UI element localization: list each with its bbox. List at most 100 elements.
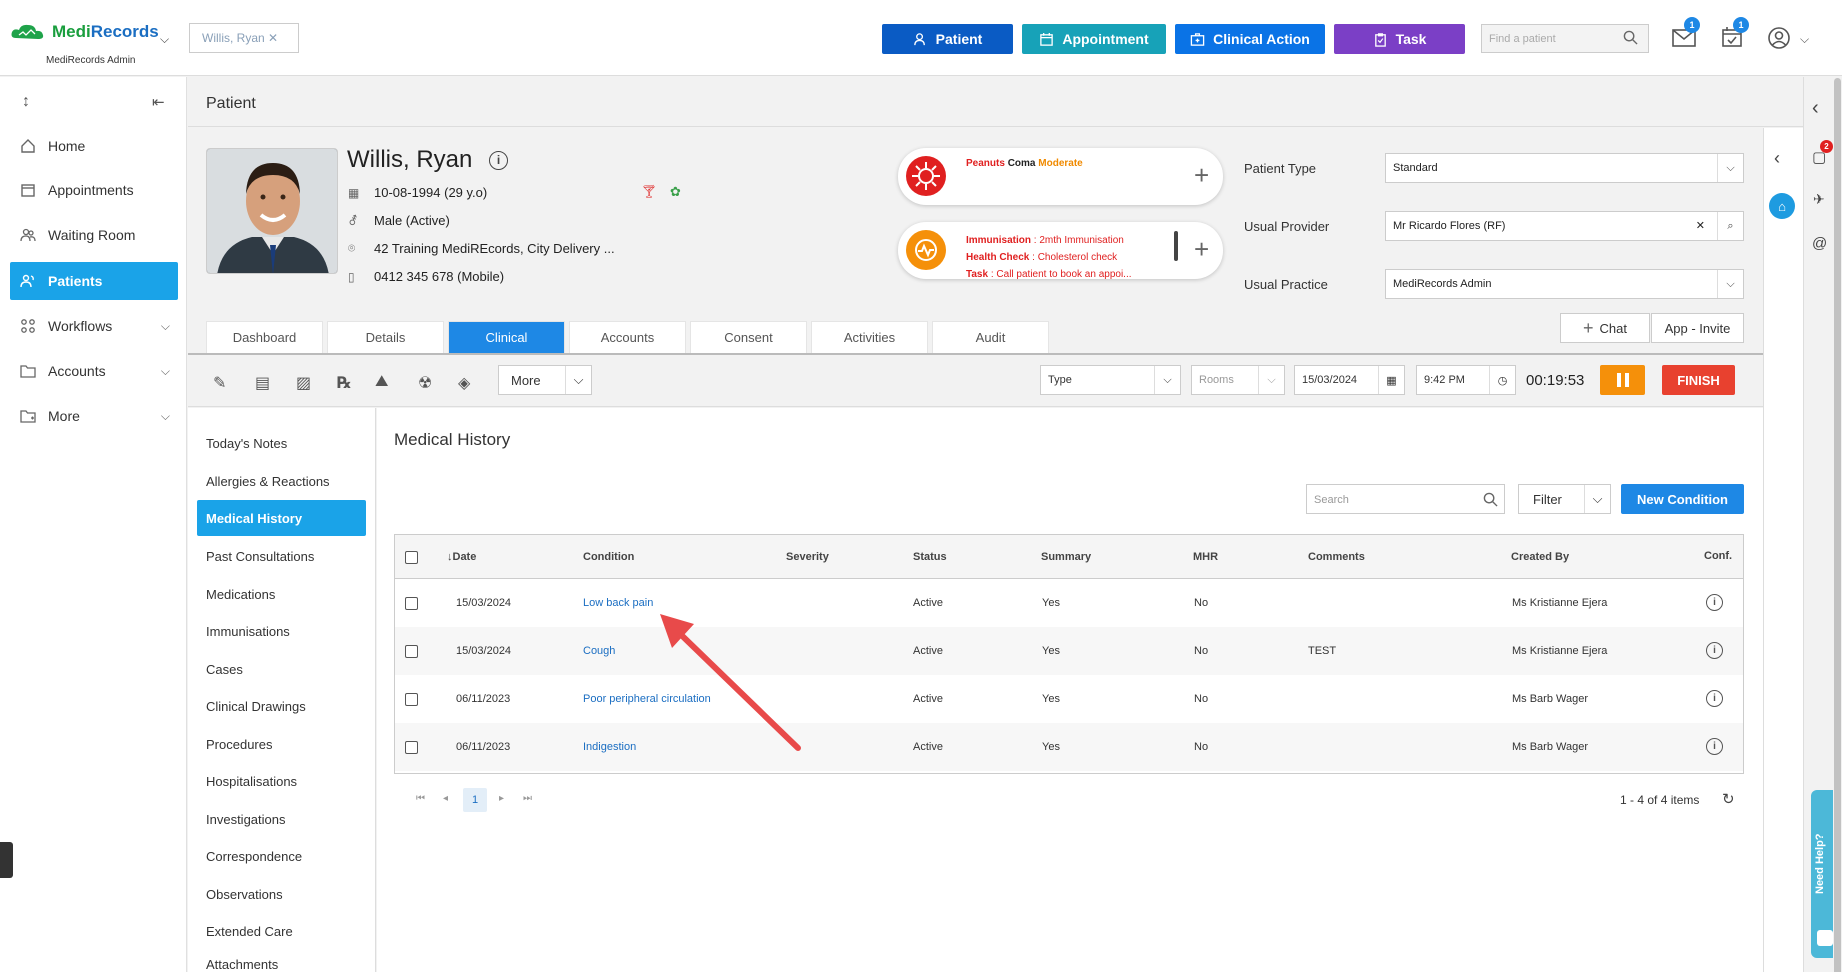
row-checkbox[interactable] (405, 597, 418, 610)
investigation-icon[interactable]: ⛰ (375, 373, 388, 391)
table-row[interactable]: 15/03/2024 Cough Active Yes No TEST Ms K… (395, 627, 1743, 675)
tag-icon[interactable]: ⌂ (1769, 193, 1795, 219)
tab-activities[interactable]: Activities (811, 321, 928, 353)
subnav-item-extended-care[interactable]: Extended Care (197, 913, 366, 949)
app-invite-button[interactable]: App - Invite (1651, 313, 1744, 343)
search-icon[interactable] (1623, 30, 1638, 45)
first-page-icon[interactable]: ⏮ (416, 793, 425, 804)
refresh-icon[interactable]: ↻ (1722, 790, 1735, 808)
usual-practice-select[interactable]: MediRecords Admin ⌵ (1385, 269, 1744, 299)
page-scrollbar[interactable] (1833, 78, 1842, 972)
row-checkbox[interactable] (405, 645, 418, 658)
condition-link[interactable]: Indigestion (583, 741, 636, 753)
clock-icon[interactable]: ◷ (1489, 366, 1515, 394)
column-header-status[interactable]: Status (913, 551, 947, 563)
condition-link[interactable]: Low back pain (583, 597, 653, 609)
column-header-date[interactable]: ↓Date (447, 551, 476, 563)
sidebar-item-home[interactable]: Home (10, 127, 178, 165)
info-icon[interactable]: i (489, 151, 508, 170)
chevron-down-icon[interactable]: ⌵ (565, 366, 591, 394)
tab-accounts[interactable]: Accounts (569, 321, 686, 353)
table-row[interactable]: 06/11/2023 Indigestion Active Yes No Ms … (395, 723, 1743, 771)
table-row[interactable]: 06/11/2023 Poor peripheral circulation A… (395, 675, 1743, 723)
new-task-button[interactable]: Task (1334, 24, 1465, 54)
subnav-item-medical-history[interactable]: Medical History (197, 500, 366, 536)
prescription-icon[interactable]: ℞ (337, 373, 351, 393)
sidebar-item-waiting-room[interactable]: Waiting Room (10, 216, 178, 254)
print-handle-icon[interactable] (0, 842, 13, 878)
pager-current-page[interactable]: 1 (463, 788, 487, 812)
subnav-item-procedures[interactable]: Procedures (197, 726, 366, 762)
column-header-conf[interactable]: Conf. (1704, 550, 1732, 562)
usual-provider-field[interactable]: Mr Ricardo Flores (RF) ✕ ⌕ (1385, 211, 1744, 241)
chevron-down-icon[interactable]: ⌵ (1584, 485, 1610, 513)
document-icon[interactable]: ▤ (255, 373, 270, 393)
info-icon[interactable]: i (1706, 690, 1723, 707)
subnav-item-correspondence[interactable]: Correspondence (197, 838, 366, 874)
more-dropdown[interactable]: More ⌵ (498, 365, 592, 395)
calendar-icon[interactable]: ▦ (1378, 366, 1404, 394)
new-condition-button[interactable]: New Condition (1621, 484, 1744, 514)
chevron-down-icon[interactable]: ⌵ (1800, 32, 1809, 47)
chat-button[interactable]: + Chat (1560, 313, 1650, 343)
chevron-left-icon[interactable]: ‹ (1812, 97, 1819, 120)
user-account-icon[interactable] (1768, 27, 1790, 49)
new-appointment-button[interactable]: Appointment (1022, 24, 1166, 54)
subnav-item-past-consultations[interactable]: Past Consultations (197, 538, 366, 574)
next-page-icon[interactable]: ▸ (499, 793, 504, 804)
chevron-down-icon[interactable]: ⌵ (1154, 366, 1180, 394)
edit-note-icon[interactable]: ✎ (213, 373, 226, 393)
prev-page-icon[interactable]: ◂ (443, 793, 448, 804)
sidebar-item-more[interactable]: More ⌵ (10, 397, 178, 435)
education-icon[interactable]: ◈ (458, 373, 470, 393)
subnav-item-allergies[interactable]: Allergies & Reactions (197, 463, 366, 499)
clear-icon[interactable]: ✕ (1696, 219, 1705, 232)
allergy-card[interactable]: Peanuts Coma Moderate + (898, 148, 1223, 205)
column-header-condition[interactable]: Condition (583, 551, 634, 563)
chevron-left-icon[interactable]: ‹ (1774, 148, 1780, 169)
scrollbar-thumb[interactable] (1834, 78, 1841, 972)
sidebar-item-workflows[interactable]: Workflows ⌵ (10, 307, 178, 345)
radiation-icon[interactable]: ☢ (418, 373, 432, 393)
search-icon[interactable] (1483, 492, 1498, 507)
column-header-mhr[interactable]: MHR (1193, 551, 1218, 563)
column-header-summary[interactable]: Summary (1041, 551, 1091, 563)
patient-type-select[interactable]: Standard ⌵ (1385, 153, 1744, 183)
resize-vertical-icon[interactable]: ↕ (22, 93, 30, 111)
close-icon[interactable]: ✕ (268, 31, 278, 45)
table-row[interactable]: 15/03/2024 Low back pain Active Yes No M… (395, 579, 1743, 627)
type-select[interactable]: Type ⌵ (1040, 365, 1181, 395)
filter-dropdown[interactable]: Filter ⌵ (1518, 484, 1611, 514)
row-checkbox[interactable] (405, 693, 418, 706)
sidebar-item-accounts[interactable]: Accounts ⌵ (10, 352, 178, 390)
pin-icon[interactable]: ✈ (1813, 191, 1825, 208)
tab-clinical[interactable]: Clinical (448, 321, 565, 353)
subnav-item-immunisations[interactable]: Immunisations (197, 613, 366, 649)
row-checkbox[interactable] (405, 741, 418, 754)
chevron-down-icon[interactable]: ⌵ (160, 32, 169, 47)
date-picker[interactable]: 15/03/2024 ▦ (1294, 365, 1405, 395)
mention-icon[interactable]: @ (1812, 235, 1827, 252)
new-patient-button[interactable]: Patient (882, 24, 1013, 54)
sidebar-item-patients[interactable]: Patients (10, 262, 178, 300)
last-page-icon[interactable]: ⏭ (523, 793, 532, 804)
rooms-select[interactable]: Rooms ⌵ (1191, 365, 1285, 395)
sidebar-item-appointments[interactable]: Appointments (10, 171, 178, 209)
subnav-item-hospitalisations[interactable]: Hospitalisations (197, 763, 366, 799)
search-input[interactable]: Search (1306, 484, 1505, 514)
subnav-item-medications[interactable]: Medications (197, 576, 366, 612)
reminders-scrollbar[interactable] (1174, 231, 1178, 261)
condition-link[interactable]: Cough (583, 645, 615, 657)
subnav-item-investigations[interactable]: Investigations (197, 801, 366, 837)
select-all-checkbox[interactable] (405, 551, 418, 564)
add-allergy-icon[interactable]: + (1194, 160, 1209, 191)
collapse-sidebar-icon[interactable]: ⇤ (152, 93, 165, 111)
subnav-item-cases[interactable]: Cases (197, 651, 366, 687)
tab-dashboard[interactable]: Dashboard (206, 321, 323, 353)
reminders-card[interactable]: Immunisation : 2mth Immunisation Health … (898, 222, 1223, 279)
info-icon[interactable]: i (1706, 594, 1723, 611)
chevron-down-icon[interactable]: ⌵ (1717, 154, 1743, 182)
column-header-created-by[interactable]: Created By (1511, 551, 1569, 563)
chart-document-icon[interactable]: ▨ (296, 373, 311, 393)
time-picker[interactable]: 9:42 PM ◷ (1416, 365, 1516, 395)
